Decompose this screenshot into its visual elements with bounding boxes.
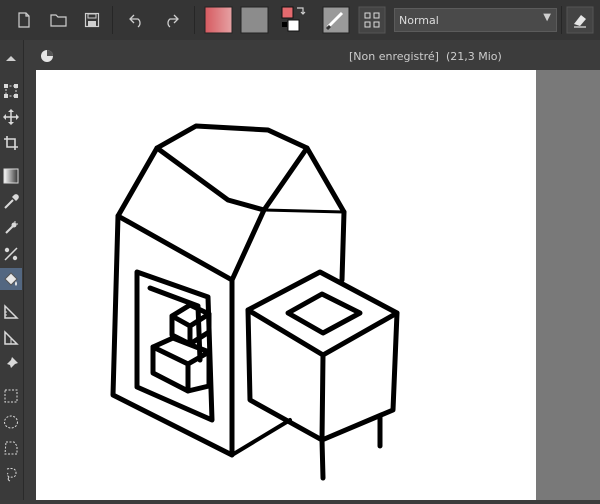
polygon-select-icon[interactable]	[0, 437, 22, 459]
canvas-left-margin	[24, 70, 36, 500]
undo-icon[interactable]	[125, 8, 149, 32]
document-title: [Non enregistré] (21,3 Mio)	[349, 50, 502, 63]
toolbar-separator	[112, 6, 113, 34]
freehand-select-icon[interactable]	[0, 463, 22, 485]
reference-pin-icon[interactable]	[0, 353, 22, 375]
ellipse-select-icon[interactable]	[0, 411, 22, 433]
new-document-icon[interactable]	[12, 8, 36, 32]
canvas-paper[interactable]	[36, 70, 536, 500]
eraser-mode-icon[interactable]	[566, 6, 594, 34]
workspace-grid-icon[interactable]	[358, 6, 386, 34]
blend-mode-value: Normal	[399, 14, 439, 27]
document-size: (21,3 Mio)	[445, 50, 502, 63]
rectangle-select-icon[interactable]	[0, 385, 22, 407]
open-document-icon[interactable]	[47, 8, 71, 32]
document-tab-bar: [Non enregistré] (21,3 Mio)	[24, 40, 600, 70]
blend-mode-select[interactable]: Normal ▼	[394, 8, 557, 32]
color-swap-icon[interactable]	[280, 4, 310, 36]
krita-document-icon[interactable]	[40, 48, 54, 62]
main-toolbar: Normal ▼	[0, 0, 600, 40]
perspective-icon[interactable]	[0, 327, 22, 349]
gradient-icon[interactable]	[0, 165, 22, 187]
chevron-down-icon: ▼	[543, 12, 551, 23]
save-icon[interactable]	[80, 8, 104, 32]
fill-icon[interactable]	[0, 268, 22, 290]
toolbox-panel	[0, 40, 24, 500]
transform-icon[interactable]	[0, 80, 22, 102]
multibrush-icon[interactable]	[0, 243, 22, 265]
scroll-up-arrow-icon[interactable]	[0, 50, 22, 66]
gradient-fill-icon[interactable]	[204, 6, 233, 34]
crop-icon[interactable]	[0, 132, 22, 154]
toolbar-separator	[194, 6, 195, 34]
ruler-icon[interactable]	[0, 301, 22, 323]
color-picker-icon[interactable]	[0, 191, 22, 213]
house-drawing	[110, 123, 400, 481]
document-status: [Non enregistré]	[349, 50, 439, 63]
pattern-fill-icon[interactable]	[240, 6, 269, 34]
toolbar-separator	[561, 6, 562, 34]
move-icon[interactable]	[0, 106, 22, 128]
smart-patch-icon[interactable]	[0, 217, 22, 239]
brush-presets-icon[interactable]	[322, 6, 350, 34]
redo-icon[interactable]	[159, 8, 183, 32]
